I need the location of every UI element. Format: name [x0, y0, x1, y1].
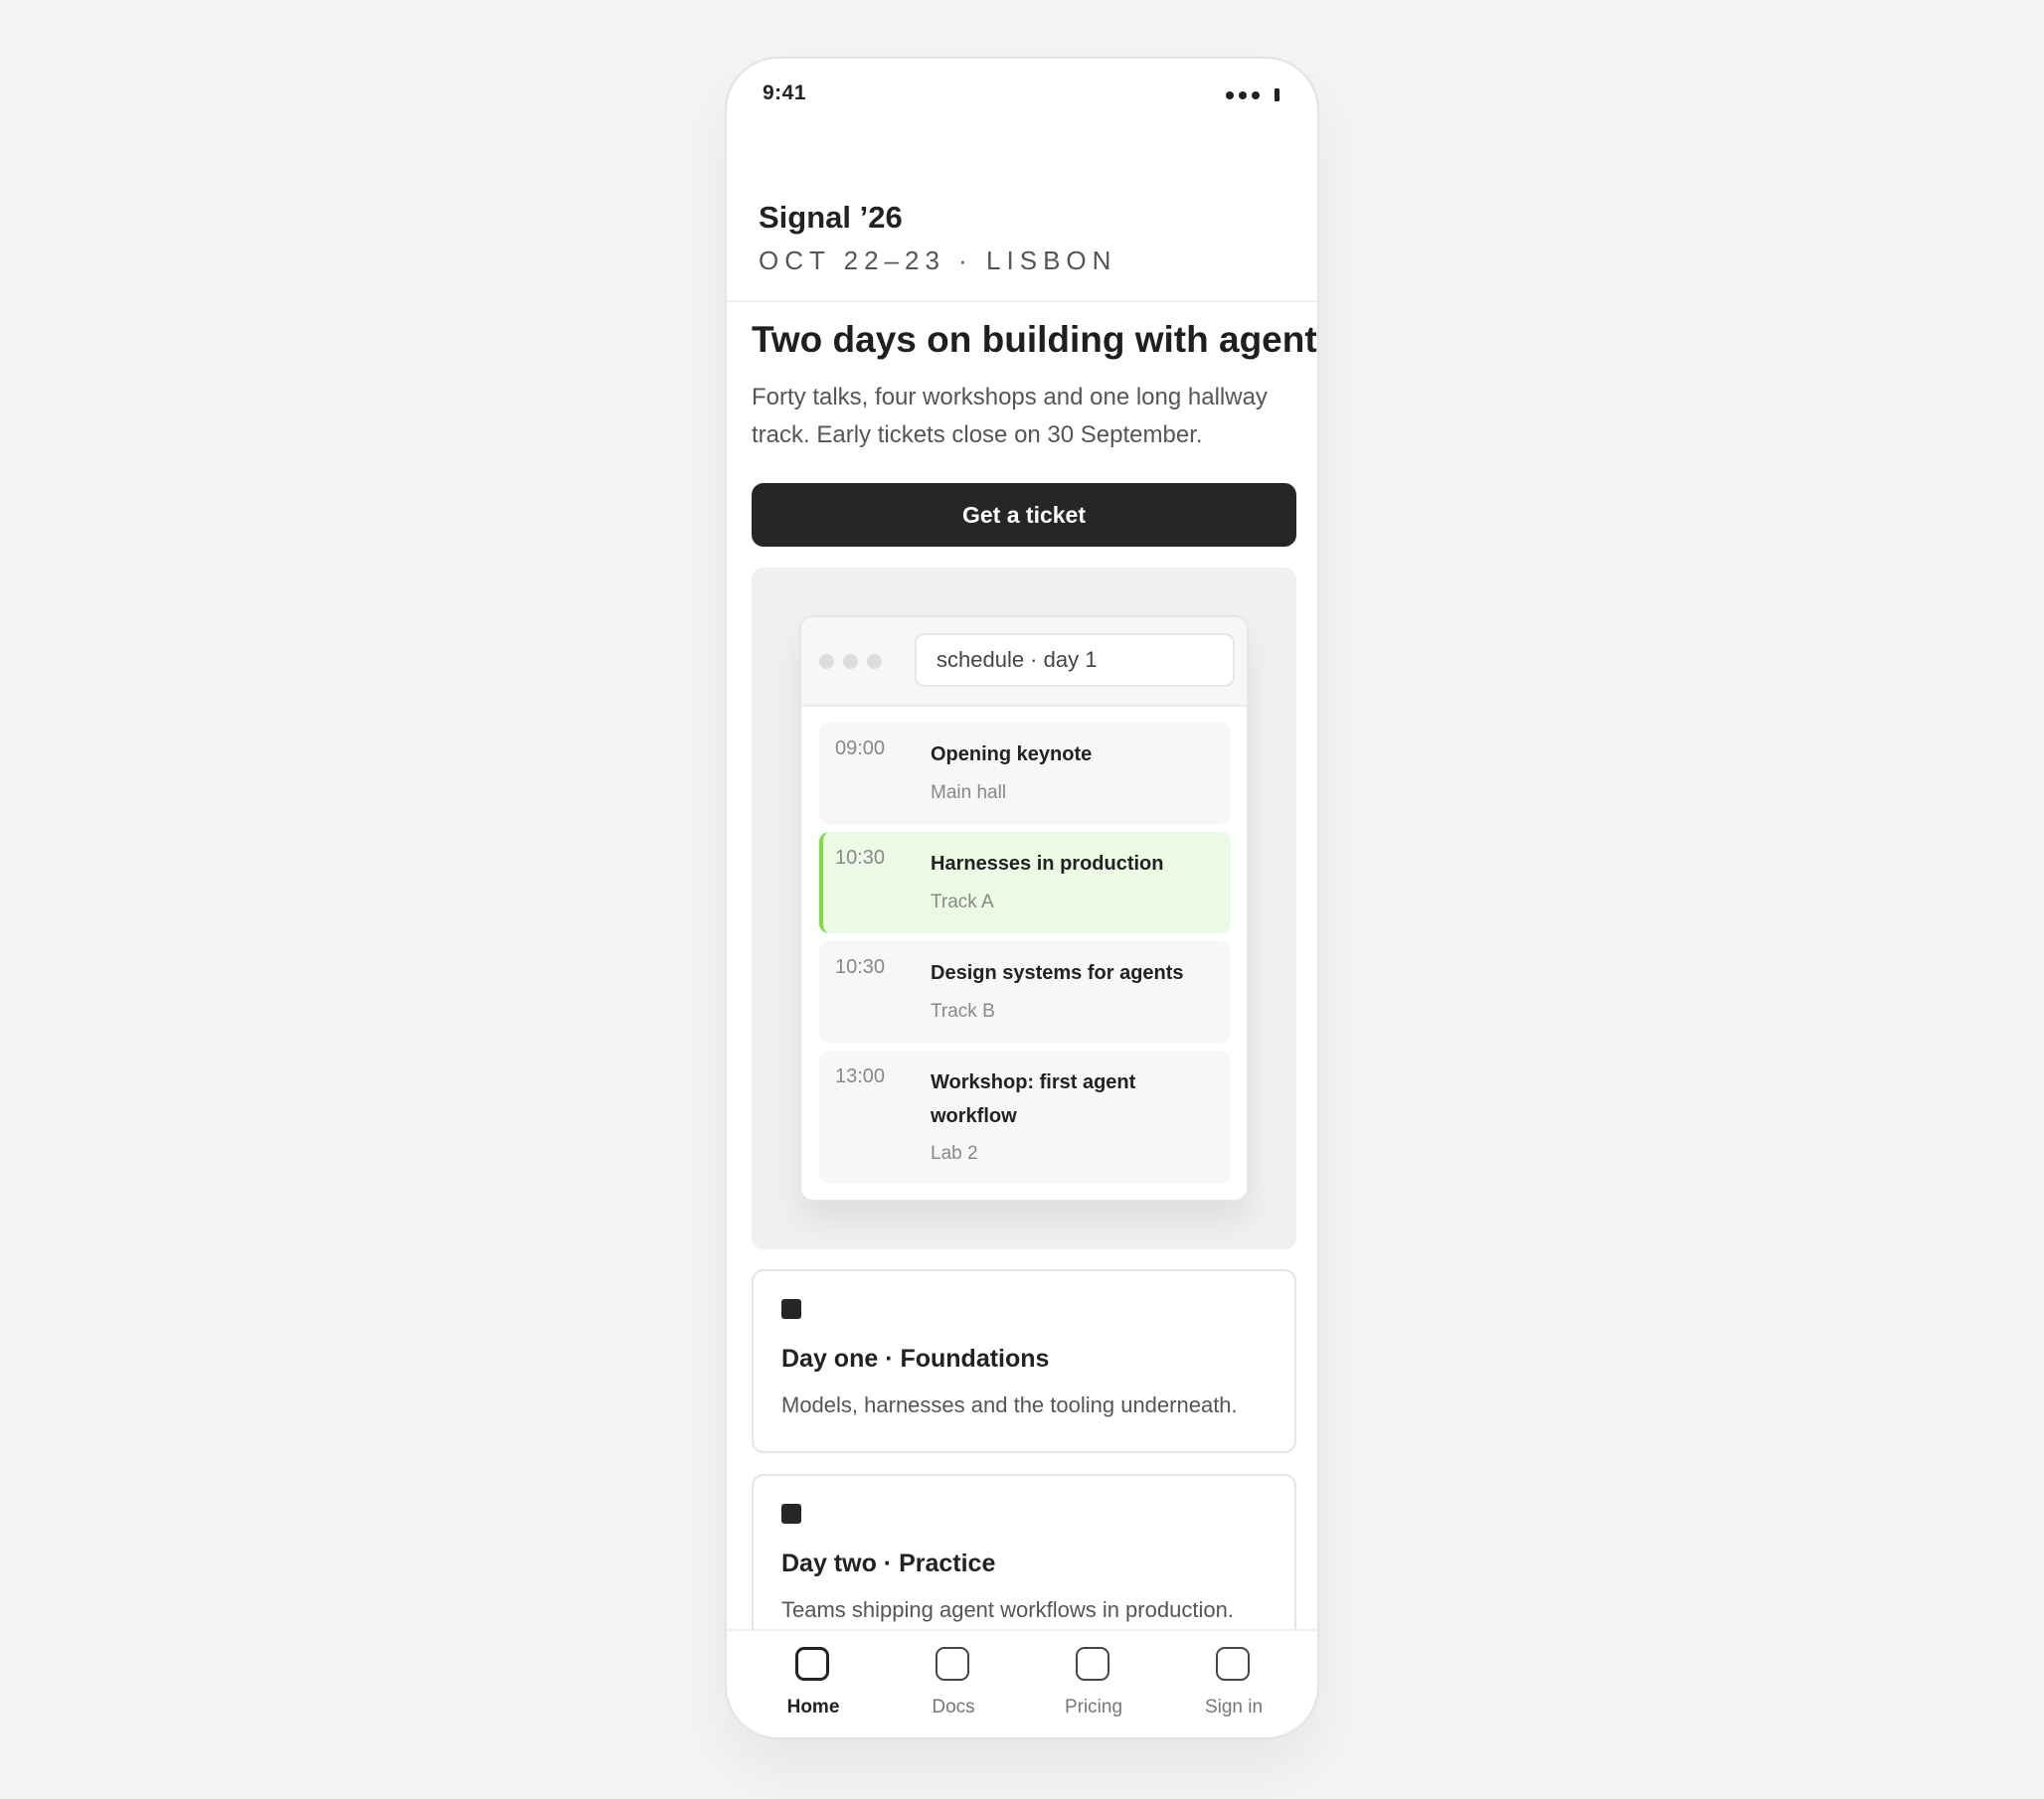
day-card-title: Day two · Practice	[781, 1550, 996, 1577]
window-dot-icon	[867, 654, 882, 669]
session-time: 10:30	[835, 847, 886, 869]
session-time: 13:00	[835, 1065, 886, 1087]
schedule-mock-window: schedule · day 1 09:00 Opening keynote M…	[799, 615, 1249, 1202]
hero-title: Two days on building with agents	[752, 319, 1319, 360]
square-bullet-icon	[781, 1504, 801, 1524]
pricing-icon	[1076, 1647, 1109, 1681]
window-dot-icon	[843, 654, 858, 669]
bottom-nav: Home Docs Pricing Sign in	[727, 1629, 1317, 1737]
session-row-active: 10:30 Harnesses in production Track A	[819, 832, 1231, 933]
session-title: Workshop: first agent workflow	[931, 1071, 1136, 1127]
sign-in-icon	[1216, 1647, 1250, 1681]
get-ticket-button[interactable]: Get a ticket	[752, 483, 1296, 547]
signal-dot-icon	[1226, 90, 1234, 99]
nav-item-pricing[interactable]: Pricing	[1034, 1631, 1153, 1730]
session-title: Harnesses in production	[931, 853, 1164, 875]
session-row: 10:30 Design systems for agents Track B	[819, 941, 1231, 1043]
home-icon	[795, 1647, 829, 1681]
signal-dot-icon	[1239, 90, 1247, 99]
hero-description: Forty talks, four workshops and one long…	[752, 384, 1268, 448]
nav-label: Pricing	[1064, 1697, 1123, 1717]
day-card-description: Teams shipping agent workflows in produc…	[781, 1597, 1234, 1622]
nav-item-docs[interactable]: Docs	[894, 1631, 1013, 1730]
session-time: 10:30	[835, 956, 886, 978]
day-card-title: Day one · Foundations	[781, 1345, 1050, 1373]
docs-icon	[936, 1647, 969, 1681]
session-room: Track A	[931, 892, 994, 912]
day-card-description: Models, harnesses and the tooling undern…	[781, 1392, 1238, 1417]
phone-frame: 9:41 Signal ’26 OCT 22–23 · LISBON Two d…	[725, 57, 1319, 1739]
session-room: Lab 2	[931, 1143, 978, 1164]
signal-dots-icon	[1226, 88, 1279, 101]
session-time: 09:00	[835, 737, 886, 759]
session-row: 09:00 Opening keynote Main hall	[819, 723, 1231, 824]
brand-name[interactable]: Signal ’26	[759, 200, 903, 236]
session-room: Track B	[931, 1001, 995, 1022]
battery-icon	[1275, 88, 1279, 101]
status-bar: 9:41	[727, 59, 1317, 128]
window-dot-icon	[819, 654, 834, 669]
nav-label: Docs	[932, 1697, 975, 1717]
app-header: Signal ’26 OCT 22–23 · LISBON	[727, 128, 1317, 302]
schedule-tab: schedule · day 1	[915, 633, 1235, 687]
session-room: Main hall	[931, 782, 1007, 803]
mock-window-titlebar: schedule · day 1	[801, 617, 1247, 707]
session-title: Design systems for agents	[931, 962, 1184, 984]
signal-dot-icon	[1252, 90, 1260, 99]
session-row: 13:00 Workshop: first agent workflow Lab…	[819, 1051, 1231, 1184]
nav-label: Sign in	[1204, 1697, 1264, 1717]
status-time: 9:41	[763, 82, 807, 104]
schedule-showcase: schedule · day 1 09:00 Opening keynote M…	[752, 568, 1296, 1249]
nav-label: Home	[786, 1697, 840, 1717]
day-one-card[interactable]: Day one · Foundations Models, harnesses …	[752, 1269, 1296, 1453]
nav-item-sign-in[interactable]: Sign in	[1174, 1631, 1293, 1730]
nav-item-home[interactable]: Home	[754, 1631, 873, 1730]
session-title: Opening keynote	[931, 743, 1093, 765]
event-date-location: OCT 22–23 · LISBON	[759, 245, 1117, 275]
square-bullet-icon	[781, 1299, 801, 1319]
